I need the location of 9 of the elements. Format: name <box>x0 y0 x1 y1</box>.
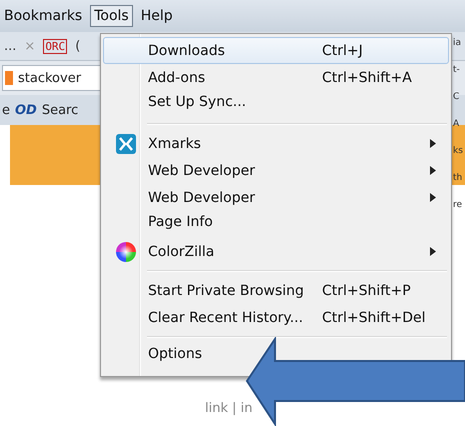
page-text: th <box>453 173 464 183</box>
page-text: ks <box>453 146 464 156</box>
site-icon: ORC <box>43 38 68 54</box>
page-text: C <box>453 92 460 102</box>
footer-links: link | in <box>205 401 252 416</box>
page-text: t- <box>453 65 461 75</box>
page-text: re <box>453 200 464 210</box>
bookmark-logo: OD <box>15 102 37 118</box>
page-text: ia <box>453 38 462 48</box>
